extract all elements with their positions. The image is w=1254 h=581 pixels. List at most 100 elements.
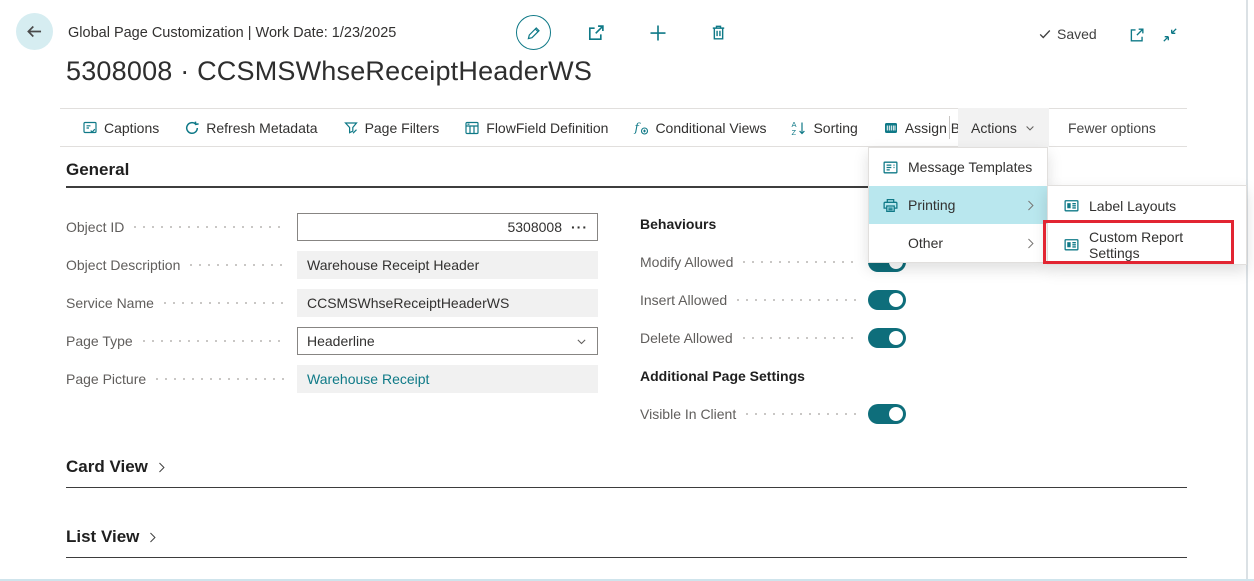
field-label: Page Picture — [66, 371, 146, 387]
share-icon — [585, 22, 607, 44]
page-picture-field: Warehouse Receipt — [297, 365, 598, 393]
pencil-icon — [526, 25, 542, 41]
page-type-dropdown[interactable]: Headerline — [297, 327, 598, 355]
toolbar-item-conditional-views[interactable]: f Conditional Views — [633, 120, 766, 136]
section-heading-general[interactable]: General — [66, 160, 129, 180]
behaviours-heading: Behaviours — [640, 210, 906, 238]
card-view-heading-label: Card View — [66, 457, 148, 477]
object-description-value: Warehouse Receipt Header — [307, 257, 479, 273]
object-id-input[interactable]: 5308008 ··· — [297, 213, 598, 241]
chevron-right-icon — [146, 531, 159, 544]
field-label: Object Description — [66, 257, 180, 273]
section-heading-card-view[interactable]: Card View — [66, 457, 168, 477]
toggle-row-visible-in-client: Visible In Client — [640, 400, 906, 428]
page-right-edge — [1246, 0, 1248, 581]
dotted-leader — [737, 299, 858, 301]
svg-text:Z: Z — [792, 128, 797, 136]
menu-item-label: Message Templates — [908, 159, 1032, 175]
chevron-down-icon — [1024, 122, 1036, 134]
field-label: Page Type — [66, 333, 133, 349]
toolbar-separator — [949, 116, 950, 139]
save-status-label: Saved — [1057, 26, 1097, 42]
delete-allowed-toggle[interactable] — [868, 328, 906, 348]
general-fields-left-column: Object ID 5308008 ··· Object Description… — [66, 213, 598, 403]
menu-item-printing[interactable]: Printing — [869, 186, 1047, 224]
delete-button[interactable] — [709, 23, 728, 42]
menu-item-label: Other — [908, 235, 943, 251]
toggle-row-modify-allowed: Modify Allowed — [640, 248, 906, 276]
fewer-options-button[interactable]: Fewer options — [1068, 108, 1156, 147]
printer-icon — [881, 196, 899, 214]
field-label: Modify Allowed — [640, 254, 733, 270]
toolbar-item-label: Captions — [104, 120, 159, 136]
menu-item-message-templates[interactable]: Message Templates — [869, 148, 1047, 186]
field-label: Delete Allowed — [640, 330, 733, 346]
edit-button[interactable] — [516, 15, 551, 50]
collapse-window-button[interactable] — [1161, 26, 1179, 44]
field-row-page-picture: Page Picture Warehouse Receipt — [66, 365, 598, 393]
dotted-leader — [743, 337, 858, 339]
page-filters-icon — [343, 120, 359, 136]
chevron-right-icon — [1024, 199, 1037, 212]
plus-icon — [648, 23, 668, 43]
chevron-right-icon — [155, 461, 168, 474]
additional-page-settings-heading: Additional Page Settings — [640, 362, 906, 390]
service-name-value: CCSMSWhseReceiptHeaderWS — [307, 295, 509, 311]
captions-icon — [82, 120, 98, 136]
back-button[interactable] — [16, 13, 53, 50]
fewer-options-label: Fewer options — [1068, 120, 1156, 136]
toolbar-item-label: Page Filters — [365, 120, 440, 136]
general-heading-label: General — [66, 160, 129, 180]
page-picture-link[interactable]: Warehouse Receipt — [307, 371, 429, 387]
toolbar-item-sorting[interactable]: AZ Sorting — [791, 120, 857, 136]
toolbar-item-flowfield-definition[interactable]: FlowField Definition — [464, 120, 608, 136]
barcode-icon — [883, 120, 899, 136]
toggle-row-delete-allowed: Delete Allowed — [640, 324, 906, 352]
dotted-leader — [743, 261, 858, 263]
card-view-rule — [66, 487, 1187, 488]
page-title: 5308008 · CCSMSWhseReceiptHeaderWS — [66, 56, 592, 87]
report-card-icon — [1062, 236, 1080, 254]
toolbar-item-label: Sorting — [813, 120, 857, 136]
flowfield-icon — [464, 120, 480, 136]
new-button[interactable] — [648, 23, 668, 43]
submenu-item-label-layouts[interactable]: Label Layouts — [1048, 186, 1246, 225]
toolbar-item-captions[interactable]: Captions — [82, 120, 159, 136]
chevron-right-icon — [1024, 237, 1037, 250]
submenu-item-label: Custom Report Settings — [1089, 229, 1236, 261]
assist-edit-button[interactable]: ··· — [571, 219, 588, 235]
object-description-field: Warehouse Receipt Header — [297, 251, 598, 279]
blank-icon-spacer — [881, 234, 899, 252]
svg-text:f: f — [634, 120, 642, 134]
report-card-icon — [1062, 197, 1080, 215]
general-fields-right-column: Behaviours Modify Allowed Insert Allowed… — [640, 210, 906, 438]
field-row-service-name: Service Name CCSMSWhseReceiptHeaderWS — [66, 289, 598, 317]
list-view-heading-label: List View — [66, 527, 139, 547]
check-icon — [1038, 27, 1052, 41]
submenu-item-custom-report-settings[interactable]: Custom Report Settings — [1048, 225, 1246, 264]
collapse-arrows-icon — [1161, 26, 1179, 44]
dotted-leader — [134, 226, 287, 228]
visible-in-client-toggle[interactable] — [868, 404, 906, 424]
insert-allowed-toggle[interactable] — [868, 290, 906, 310]
menu-item-other[interactable]: Other — [869, 224, 1047, 262]
toolbar-item-refresh-metadata[interactable]: Refresh Metadata — [184, 120, 317, 136]
field-label: Visible In Client — [640, 406, 736, 422]
back-arrow-icon — [25, 22, 44, 41]
field-label: Object ID — [66, 219, 124, 235]
field-label: Service Name — [66, 295, 154, 311]
page-type-value: Headerline — [307, 333, 375, 349]
share-button[interactable] — [585, 22, 607, 44]
dotted-leader — [190, 264, 287, 266]
open-in-new-window-button[interactable] — [1128, 26, 1146, 44]
breadcrumb: Global Page Customization | Work Date: 1… — [68, 25, 396, 41]
actions-label: Actions — [971, 120, 1017, 136]
field-row-object-id: Object ID 5308008 ··· — [66, 213, 598, 241]
form-icon — [881, 158, 899, 176]
actions-menu-button[interactable]: Actions — [958, 108, 1049, 147]
toolbar-item-page-filters[interactable]: Page Filters — [343, 120, 440, 136]
section-heading-list-view[interactable]: List View — [66, 527, 159, 547]
menu-item-label: Printing — [908, 197, 955, 213]
dotted-leader — [164, 302, 287, 304]
field-row-object-description: Object Description Warehouse Receipt Hea… — [66, 251, 598, 279]
